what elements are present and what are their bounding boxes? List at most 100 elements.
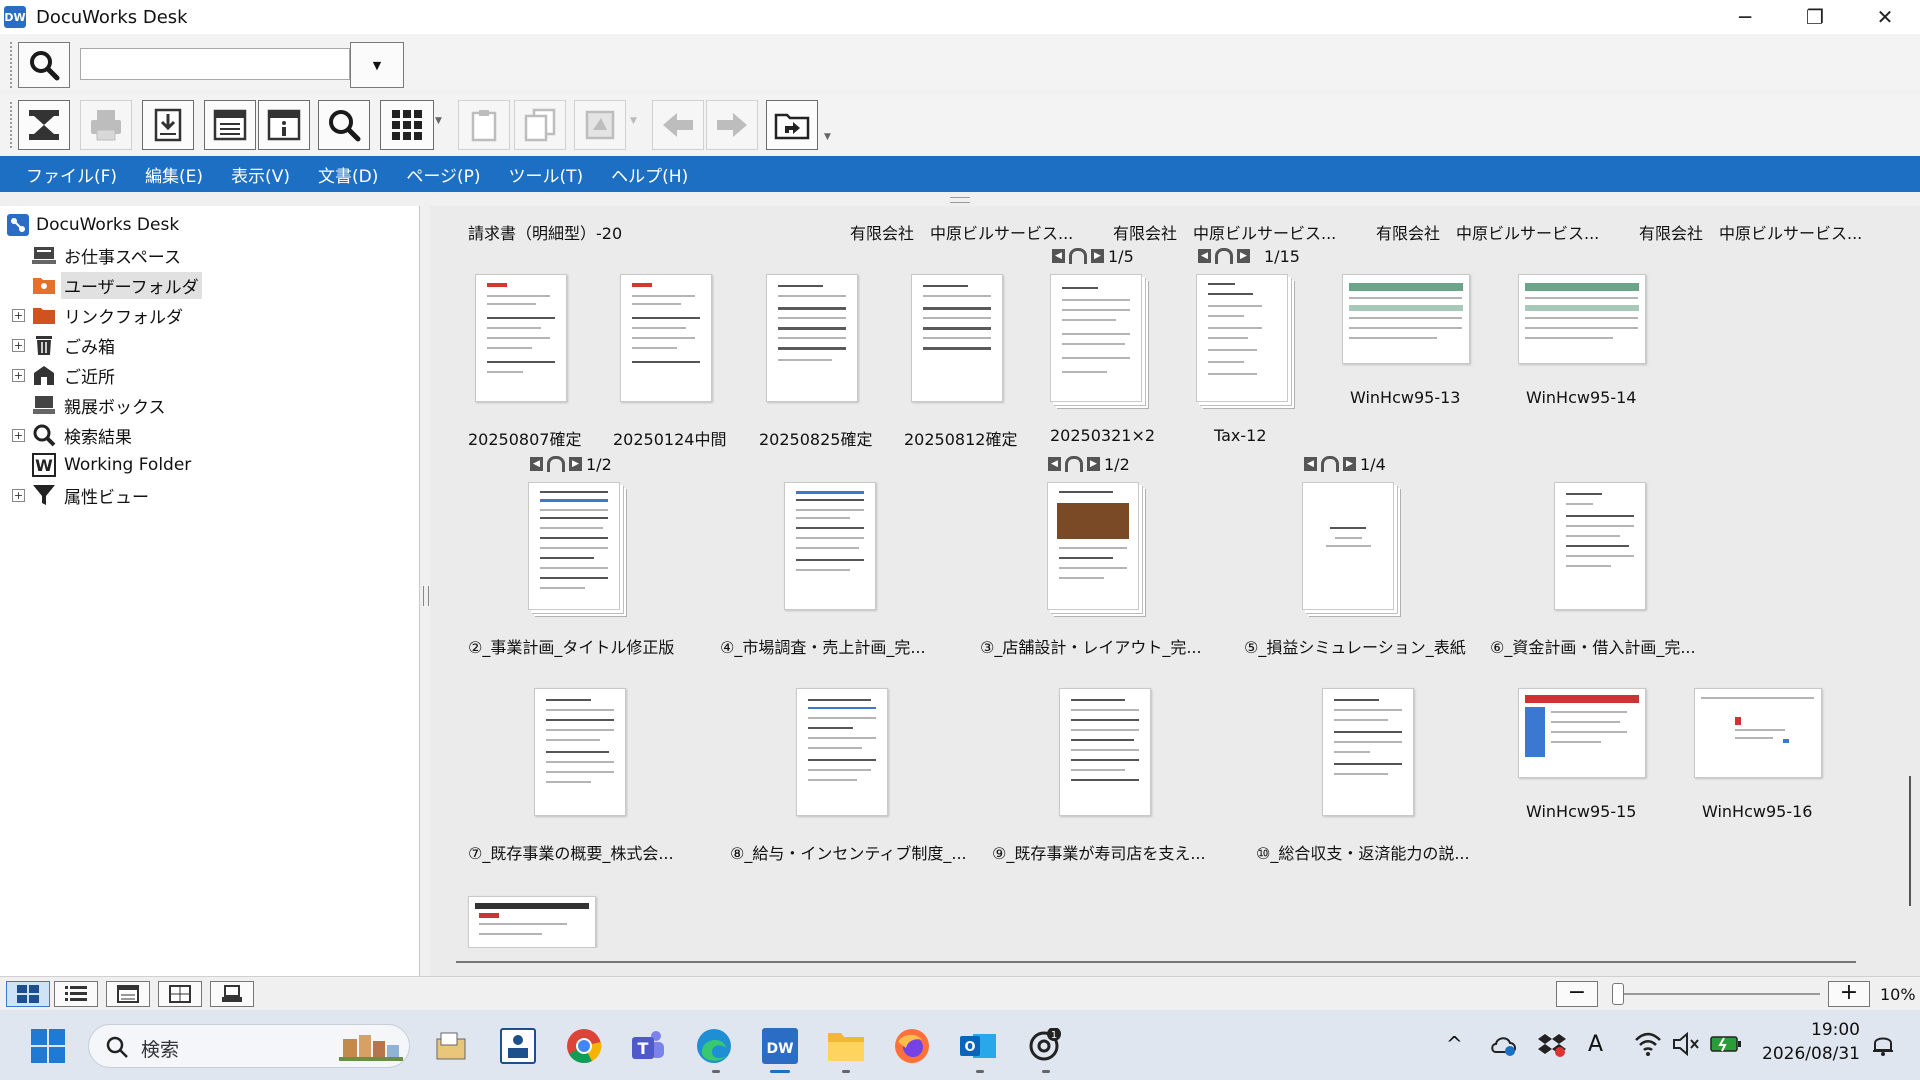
doc-caption[interactable]: 有限会社 中原ビルサービス...: [850, 220, 1073, 244]
menu-page[interactable]: ページ(P): [406, 162, 480, 187]
zoom-slider[interactable]: [1620, 993, 1820, 995]
zoom-in-button[interactable]: +: [1828, 981, 1870, 1007]
copy-button[interactable]: [514, 100, 566, 150]
tree-item-search-results[interactable]: + 検索結果: [0, 420, 420, 450]
next-page-button[interactable]: ▶: [1343, 457, 1356, 471]
thumbnail-view-mode-button[interactable]: [6, 981, 50, 1007]
doc-thumbnail[interactable]: [528, 482, 620, 610]
doc-name[interactable]: 20250807確定: [468, 426, 581, 450]
zoom-out-button[interactable]: −: [1556, 981, 1598, 1007]
doc-name[interactable]: 20250124中間: [613, 426, 726, 450]
expand-toggle[interactable]: +: [12, 338, 25, 352]
doc-thumbnail[interactable]: [1554, 482, 1646, 610]
doc-caption[interactable]: 有限会社 中原ビルサービス...: [1376, 220, 1599, 244]
doc-thumbnail[interactable]: [766, 274, 858, 402]
scroll-thumb[interactable]: [456, 961, 1856, 963]
doc-thumbnail[interactable]: [1518, 688, 1646, 778]
prev-page-button[interactable]: ◀: [1052, 249, 1065, 263]
zoom-slider-thumb[interactable]: [1612, 983, 1624, 1005]
menu-document[interactable]: 文書(D): [318, 162, 378, 187]
tree-item-neighborhood[interactable]: + ご近所: [0, 360, 420, 390]
toolbar-splitter[interactable]: [0, 192, 1920, 206]
doc-name[interactable]: WinHcw95-13: [1350, 388, 1460, 407]
doc-name[interactable]: Tax-12: [1214, 426, 1267, 445]
doc-name[interactable]: ②_事業計画_タイトル修正版: [468, 634, 674, 658]
doc-name[interactable]: ④_市場調査・売上計画_完...: [720, 634, 926, 658]
taskbar-app-chrome[interactable]: [564, 1026, 604, 1066]
expand-toggle[interactable]: +: [12, 308, 25, 322]
tree-item-confidential-box[interactable]: 親展ボックス: [0, 390, 420, 420]
expand-toggle[interactable]: +: [12, 488, 25, 502]
next-page-button[interactable]: ▶: [1091, 249, 1104, 263]
doc-thumbnail[interactable]: [1322, 688, 1414, 816]
search-button[interactable]: [18, 42, 70, 88]
doc-thumbnail[interactable]: [1059, 688, 1151, 816]
pane-splitter[interactable]: [420, 206, 430, 976]
tree-item-link-folder[interactable]: + リンクフォルダ: [0, 300, 420, 330]
minimize-button[interactable]: ─: [1710, 0, 1780, 34]
scroll-thumb[interactable]: [1909, 776, 1911, 906]
tile-view-mode-button[interactable]: [158, 981, 202, 1007]
doc-thumbnail[interactable]: [1047, 482, 1139, 610]
doc-thumbnail[interactable]: [475, 274, 567, 402]
taskbar-app-docuworks-desk[interactable]: DW: [760, 1026, 800, 1066]
doc-thumbnail[interactable]: [1302, 482, 1394, 610]
taskbar-app-file-explorer[interactable]: [826, 1026, 866, 1066]
next-page-button[interactable]: ▶: [1087, 457, 1100, 471]
search-dropdown-button[interactable]: ▼: [350, 42, 404, 88]
doc-name[interactable]: ⑧_給与・インセンティブ制度_...: [730, 840, 967, 864]
taskbar-app-outlook[interactable]: O: [958, 1026, 998, 1066]
doc-name[interactable]: ③_店舗設計・レイアウト_完...: [980, 634, 1202, 658]
prev-page-button[interactable]: ◀: [1048, 457, 1061, 471]
tree-item-root[interactable]: DocuWorks Desk: [0, 210, 420, 240]
properties-button[interactable]: [258, 100, 310, 150]
menu-file[interactable]: ファイル(F): [26, 162, 117, 187]
maximize-button[interactable]: ❐: [1780, 0, 1850, 34]
doc-name[interactable]: ⑥_資金計画・借入計画_完...: [1490, 634, 1696, 658]
horizontal-scrollbar[interactable]: [430, 948, 1900, 976]
next-page-button[interactable]: ▶: [569, 457, 582, 471]
taskbar-search[interactable]: 検索: [88, 1024, 410, 1068]
doc-thumbnail[interactable]: [1342, 274, 1470, 364]
taskbar-app-chatgpt[interactable]: 1: [1024, 1026, 1064, 1066]
notification-icon[interactable]: [1870, 1032, 1896, 1058]
wifi-icon[interactable]: [1634, 1032, 1662, 1056]
clock-time[interactable]: 19:00: [1762, 1020, 1860, 1040]
tree-item-working-folder[interactable]: W Working Folder: [0, 450, 420, 480]
taskbar-app-docuworks-viewer[interactable]: [498, 1026, 538, 1066]
chevron-down-icon[interactable]: ▼: [435, 116, 442, 126]
doc-name[interactable]: WinHcw95-14: [1526, 388, 1636, 407]
taskbar-app-explorer-alt[interactable]: [432, 1026, 472, 1066]
doc-name[interactable]: ⑨_既存事業が寿司店を支え...: [992, 840, 1206, 864]
taskbar-app-firefox[interactable]: [892, 1026, 932, 1066]
taskbar-app-edge[interactable]: [694, 1026, 734, 1066]
prev-page-button[interactable]: ◀: [530, 457, 543, 471]
menu-edit[interactable]: 編集(E): [145, 162, 203, 187]
folder-move-button[interactable]: [766, 100, 818, 150]
menu-view[interactable]: 表示(V): [231, 162, 290, 187]
list-view-mode-button[interactable]: [54, 981, 98, 1007]
convert-button[interactable]: [574, 100, 626, 150]
speaker-muted-icon[interactable]: [1672, 1032, 1700, 1056]
chevron-down-icon[interactable]: ▼: [630, 116, 637, 126]
dropbox-icon[interactable]: [1538, 1032, 1566, 1058]
doc-thumbnail[interactable]: [911, 274, 1003, 402]
expand-toggle[interactable]: +: [12, 428, 25, 442]
find-button[interactable]: [318, 100, 370, 150]
menu-help[interactable]: ヘルプ(H): [611, 162, 688, 187]
doc-name[interactable]: ⑩_総合収支・返済能力の説...: [1256, 840, 1470, 864]
detail-view-mode-button[interactable]: [106, 981, 150, 1007]
tray-view-mode-button[interactable]: [210, 981, 254, 1007]
tree-item-workspace[interactable]: お仕事スペース: [0, 240, 420, 270]
onedrive-sync-icon[interactable]: [1490, 1032, 1518, 1058]
binder-button[interactable]: [18, 100, 70, 150]
tray-overflow-button[interactable]: ^: [1446, 1032, 1463, 1056]
taskbar-app-teams[interactable]: T: [628, 1026, 668, 1066]
vertical-scrollbar[interactable]: [1900, 206, 1920, 948]
next-page-button[interactable]: ▶: [1237, 249, 1250, 263]
doc-thumbnail[interactable]: [468, 896, 596, 948]
import-button[interactable]: [142, 100, 194, 150]
thumbnail-view-button[interactable]: [380, 100, 434, 150]
tree-item-attribute-view[interactable]: + 属性ビュー: [0, 480, 420, 510]
paste-button[interactable]: [458, 100, 510, 150]
